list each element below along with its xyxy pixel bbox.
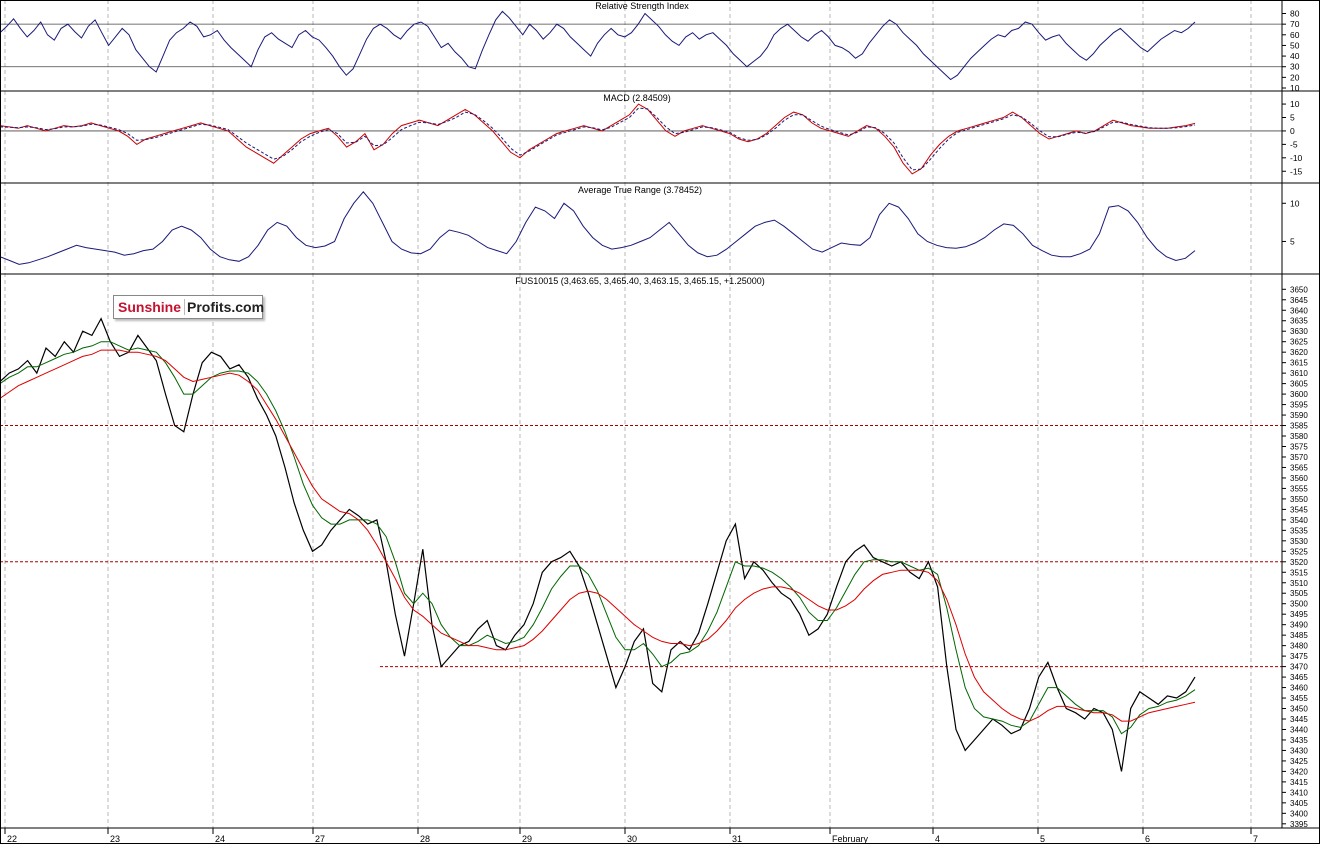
y-tick-label: 3485 — [1290, 631, 1308, 640]
x-tick-label: 22 — [7, 834, 17, 844]
y-tick-label: 3530 — [1290, 537, 1308, 546]
logo-part2: Profits.com — [187, 299, 265, 315]
y-tick-label: 3455 — [1290, 694, 1308, 703]
y-tick-label: 3415 — [1290, 778, 1308, 787]
y-tick-label: -5 — [1290, 139, 1298, 149]
y-tick-label: 3585 — [1290, 422, 1308, 431]
y-tick-label: 3580 — [1290, 432, 1308, 441]
y-tick-label: 60 — [1290, 30, 1300, 40]
x-tick-label: February — [832, 834, 869, 844]
y-tick-label: 20 — [1290, 72, 1300, 82]
y-tick-label: -15 — [1290, 166, 1303, 176]
grid-layer — [0, 0, 1282, 828]
y-tick-label: 3445 — [1290, 715, 1308, 724]
y-tick-label: 10 — [1290, 198, 1300, 208]
y-tick-label: 3430 — [1290, 746, 1308, 755]
y-tick-label: 3425 — [1290, 757, 1308, 766]
sunshine-profits-logo: Sunshine Profits.com — [113, 295, 265, 319]
atr-line — [0, 191, 1196, 265]
y-tick-label: 10 — [1290, 83, 1300, 93]
x-tick-label: 23 — [110, 834, 120, 844]
y-tick-label: 3600 — [1290, 390, 1308, 399]
macd-signal-line — [0, 107, 1196, 171]
x-tick-label: 30 — [627, 834, 637, 844]
y-tick-label: 3420 — [1290, 767, 1308, 776]
y-tick-label: 3460 — [1290, 684, 1308, 693]
y-tick-label: 3505 — [1290, 589, 1308, 598]
y-tick-label: 3510 — [1290, 579, 1308, 588]
x-tick-label: 4 — [935, 834, 940, 844]
y-tick-label: 3610 — [1290, 369, 1308, 378]
y-tick-label: 3565 — [1290, 463, 1308, 472]
price-title: FUS10015 (3,463.65, 3,465.40, 3,463.15, … — [515, 276, 764, 286]
y-tick-label: 3575 — [1290, 443, 1308, 452]
y-tick-label: 3400 — [1290, 809, 1308, 818]
y-tick-label: 3555 — [1290, 484, 1308, 493]
y-tick-label: 3440 — [1290, 725, 1308, 734]
y-tick-label: 3410 — [1290, 788, 1308, 797]
x-tick-label: 29 — [522, 834, 532, 844]
y-tick-label: 10 — [1290, 99, 1300, 109]
y-tick-label: 3465 — [1290, 673, 1308, 682]
y-tick-label: 3490 — [1290, 621, 1308, 630]
y-tick-label: 3405 — [1290, 799, 1308, 808]
y-tick-label: 3540 — [1290, 516, 1308, 525]
y-tick-label: 80 — [1290, 9, 1300, 19]
axes-layer: 22 23 24 27 28 29 30 31 February 4 5 6 7102030405060… — [0, 0, 1320, 844]
y-tick-label: 3450 — [1290, 705, 1308, 714]
y-tick-label: -10 — [1290, 153, 1303, 163]
y-tick-label: 3475 — [1290, 652, 1308, 661]
y-tick-label: 3395 — [1290, 820, 1308, 829]
x-tick-label: 6 — [1145, 834, 1150, 844]
macd-title: MACD (2.84509) — [603, 93, 671, 103]
outer-frame — [0, 0, 1320, 844]
rsi-line — [0, 10, 1196, 81]
y-tick-label: 5 — [1290, 236, 1295, 246]
panel-layer — [0, 10, 1196, 772]
logo-part1: Sunshine — [114, 299, 186, 315]
y-tick-label: 3635 — [1290, 317, 1308, 326]
atr-title: Average True Range (3.78452) — [578, 185, 702, 195]
x-tick-label: 27 — [315, 834, 325, 844]
y-tick-label: 3500 — [1290, 600, 1308, 609]
y-tick-label: 3550 — [1290, 495, 1308, 504]
x-tick-label: 31 — [732, 834, 742, 844]
y-tick-label: 3535 — [1290, 526, 1308, 535]
y-tick-label: 3645 — [1290, 296, 1308, 305]
y-tick-label: 3545 — [1290, 505, 1308, 514]
y-tick-label: 40 — [1290, 51, 1300, 61]
y-tick-label: 3560 — [1290, 474, 1308, 483]
y-tick-label: 3470 — [1290, 663, 1308, 672]
y-tick-label: 3630 — [1290, 327, 1308, 336]
x-tick-label: 5 — [1040, 834, 1045, 844]
x-tick-label: 7 — [1253, 834, 1258, 844]
y-tick-label: 30 — [1290, 62, 1300, 72]
y-tick-label: 3640 — [1290, 306, 1308, 315]
macd-line — [0, 103, 1196, 175]
y-tick-label: 3605 — [1290, 380, 1308, 389]
y-tick-label: 3650 — [1290, 285, 1308, 294]
y-tick-label: 3520 — [1290, 558, 1308, 567]
rsi-title: Relative Strength Index — [595, 1, 689, 11]
y-tick-label: 3570 — [1290, 453, 1308, 462]
y-tick-label: 3435 — [1290, 736, 1308, 745]
y-tick-label: 0 — [1290, 126, 1295, 136]
x-tick-label: 24 — [215, 834, 225, 844]
y-tick-label: 3590 — [1290, 411, 1308, 420]
y-tick-label: 50 — [1290, 40, 1300, 50]
y-tick-label: 3480 — [1290, 642, 1308, 651]
y-tick-label: 3625 — [1290, 338, 1308, 347]
y-tick-label: 70 — [1290, 19, 1300, 29]
y-tick-label: 3525 — [1290, 547, 1308, 556]
y-tick-label: 3595 — [1290, 401, 1308, 410]
y-tick-label: 3620 — [1290, 348, 1308, 357]
y-tick-label: 3515 — [1290, 568, 1308, 577]
y-tick-label: 3495 — [1290, 610, 1308, 619]
x-tick-label: 28 — [420, 834, 430, 844]
short-ma-line — [0, 341, 1196, 735]
y-tick-label: 3615 — [1290, 359, 1308, 368]
y-tick-label: 5 — [1290, 113, 1295, 123]
chart-canvas: 22 23 24 27 28 29 30 31 February 4 5 6 7102030405060… — [0, 0, 1320, 844]
long-ma-line — [0, 349, 1196, 722]
